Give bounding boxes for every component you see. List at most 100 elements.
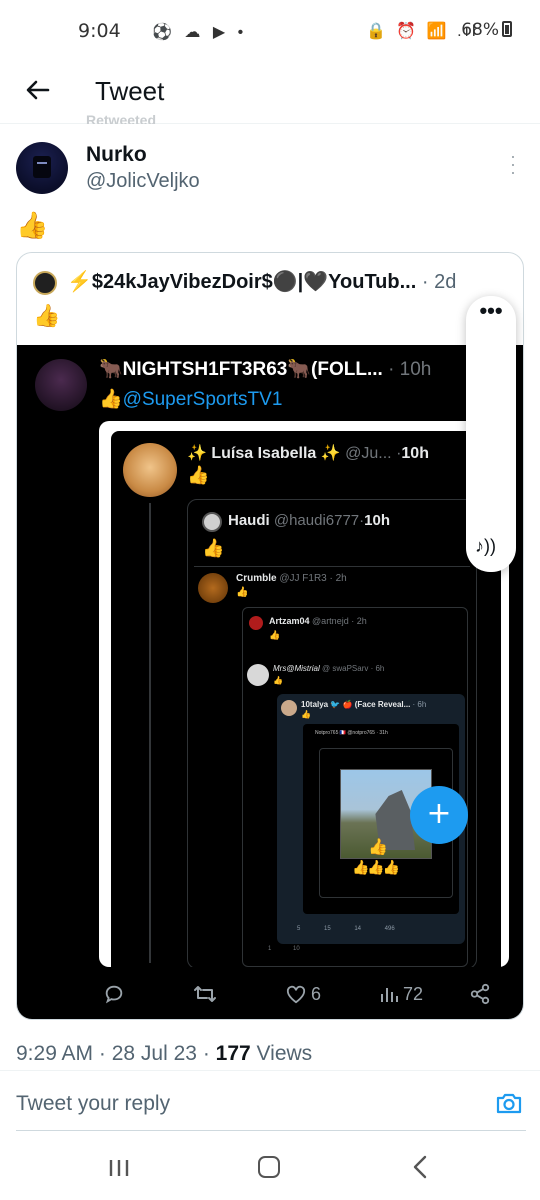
camera-icon[interactable] (494, 1088, 524, 1118)
like-count-value: 6 (311, 983, 322, 1004)
media-action-bar: 6 72 (17, 969, 523, 1019)
media-author-name: 🐂NIGHTSH1FT3R63🐂(FOLL... (99, 359, 383, 380)
tweet-date: 28 Jul 23 (111, 1042, 197, 1065)
nested-text-artzam: 👍 (269, 630, 281, 640)
nested-time-crumble: 2h (335, 573, 347, 584)
quoted-media-image[interactable]: 🐂NIGHTSH1FT3R63🐂(FOLL... · 10h 👍@SuperSp… (17, 345, 523, 1019)
recent-apps-icon[interactable] (107, 1158, 131, 1178)
nested-line-crumble: Crumble @JJ F1R3 · 2h (236, 573, 347, 584)
nested-text-10talya: 👍 (301, 710, 311, 719)
media-avatar (35, 359, 87, 411)
nested-name-10talya: 10talya 🐦 🍎 (Face Reveal... (301, 700, 411, 709)
avatar-figure (33, 156, 51, 178)
battery-icon (502, 21, 512, 37)
nested-action-counts: 5 15 14 496 (297, 926, 395, 932)
thread-line (149, 503, 151, 963)
quoted-tweet-card[interactable]: ⚡$24kJayVibezDoir$⚫|🖤YouTub... · 2d 👍 🐂N… (16, 252, 524, 1020)
innermost-thumbs-row: 👍👍👍 (352, 859, 400, 875)
view-count-value: 72 (403, 983, 424, 1004)
meta-separator-2: · (202, 1042, 216, 1065)
nested-text-mistrial: 👍 (273, 676, 283, 685)
tweet-timestamp-views: 9:29 AM · 28 Jul 23 · 177 Views (16, 1042, 312, 1066)
media-handle: 👍@SuperSportsTV1 (99, 389, 283, 410)
nested-time-luisa: 10h (401, 445, 429, 462)
nested-name-luisa: ✨ Luísa Isabella ✨ (187, 445, 341, 462)
quoted-author-line: ⚡$24kJayVibezDoir$⚫|🖤YouTub... · 2d (67, 269, 456, 294)
nested-handle-crumble: @JJ F1R3 (279, 573, 327, 584)
reply-bar: Tweet your reply (0, 1078, 540, 1130)
quoted-tweet-text: 👍 (33, 303, 61, 328)
innermost-thumb: 👍 (368, 839, 388, 856)
nested-name-crumble: Crumble (236, 573, 277, 584)
nested-text-luisa: 👍 (187, 465, 210, 485)
nested-text-haudi: 👍 (202, 538, 225, 558)
nested-time-artzam: 2h (356, 616, 367, 626)
nested-screenshot-frame: ✨ Luísa Isabella ✨ @Ju... · 10h 👍 Haudi @… (99, 421, 509, 967)
avatar-eyes (37, 162, 47, 164)
nested-tweet-crumble: Crumble @JJ F1R3 · 2h 👍 Artzam04 @artnej… (194, 566, 470, 967)
view-count: 72 (379, 981, 423, 1007)
status-notification-icons: ⚽ ☁ ▶ • (152, 24, 248, 41)
page-title: Tweet (95, 76, 165, 106)
quoted-time: 2d (434, 271, 457, 293)
heart-icon (286, 985, 306, 1004)
quoted-author-avatar (33, 271, 57, 295)
nested-handle-luisa: @Ju... (345, 445, 392, 462)
battery-indicator: 68% (461, 20, 512, 40)
system-nav-bar (0, 1136, 540, 1200)
media-time: 10h (399, 359, 432, 380)
nested-name-haudi: Haudi (228, 512, 270, 529)
like-count: 6 (285, 981, 321, 1007)
reply-icon (103, 981, 125, 1007)
nested-quote-haudi: Haudi @haudi6777·10h 👍 Crumble @JJ F1R3 … (187, 499, 477, 967)
author-handle[interactable]: @JolicVeljko (86, 170, 200, 193)
divider (0, 1070, 540, 1071)
back-arrow-icon[interactable] (22, 74, 54, 106)
quoted-separator: · (421, 271, 435, 293)
more-options-icon[interactable]: · · · (505, 147, 521, 181)
nested-avatar-10talya (281, 700, 297, 716)
tweet-time: 9:29 AM (16, 1042, 94, 1065)
top-app-bar: Tweet (0, 64, 540, 124)
nested-screenshot: ✨ Luísa Isabella ✨ @Ju... · 10h 👍 Haudi @… (111, 431, 501, 967)
nested-name-artzam: Artzam04 (269, 616, 310, 626)
nested-separator-crumble: · (326, 573, 336, 584)
share-icon (469, 981, 491, 1007)
nested-separator-artzam: · (348, 616, 357, 626)
audio-icon[interactable]: ♪)) (475, 536, 507, 560)
overlay-more-icon[interactable]: ••• (466, 300, 516, 322)
nested-time-10talya: 6h (417, 700, 427, 709)
nested-line-mistrial: Mrs@Mistrial @ swaPSarv · 6h (273, 664, 384, 673)
home-icon[interactable] (258, 1156, 280, 1178)
analytics-icon (381, 988, 398, 1002)
nested-line-haudi: Haudi @haudi6777·10h (228, 512, 390, 529)
battery-percent: 68% (461, 20, 499, 40)
nested-text-crumble: 👍 (236, 587, 249, 598)
reply-input[interactable]: Tweet your reply (16, 1092, 170, 1116)
nested-avatar-crumble (198, 573, 228, 603)
author-avatar[interactable] (16, 142, 68, 194)
nested-avatar-artzam (249, 616, 263, 630)
nested-handle-artzam: @artnejd (312, 616, 349, 626)
nested-avatar-haudi (202, 512, 222, 532)
retweet-icon (193, 981, 217, 1007)
status-bar: 9:04 ⚽ ☁ ▶ • 🔒 ⏰ 📶 .ıl 68% (0, 0, 540, 64)
nav-back-icon[interactable] (410, 1154, 432, 1180)
author-name[interactable]: Nurko (86, 143, 147, 167)
status-time: 9:04 (78, 20, 121, 42)
reply-divider (16, 1130, 526, 1131)
nested-avatar-mistrial (247, 664, 269, 686)
nested-time-mistrial: 6h (375, 664, 385, 673)
media-separator: · (388, 359, 400, 380)
tweet-views-label[interactable]: Views (257, 1042, 313, 1065)
nested-line-10talya: 10talya 🐦 🍎 (Face Reveal... · 6h (301, 700, 426, 709)
nested-handle-haudi: @haudi6777 (273, 512, 360, 529)
media-author-line: 🐂NIGHTSH1FT3R63🐂(FOLL... · 10h (99, 357, 431, 381)
tweet-views-count[interactable]: 177 (216, 1042, 251, 1065)
nested-line-notpro: Notpro765 🇫🇷 @notpro765 · 31h (315, 730, 388, 736)
compose-button[interactable]: + (410, 786, 468, 844)
nested-avatar-luisa (123, 443, 177, 497)
tweet-text: 👍 (16, 210, 49, 240)
retweeted-label: Retweeted (86, 112, 157, 124)
floating-media-panel[interactable]: ••• ♪)) (466, 296, 516, 572)
